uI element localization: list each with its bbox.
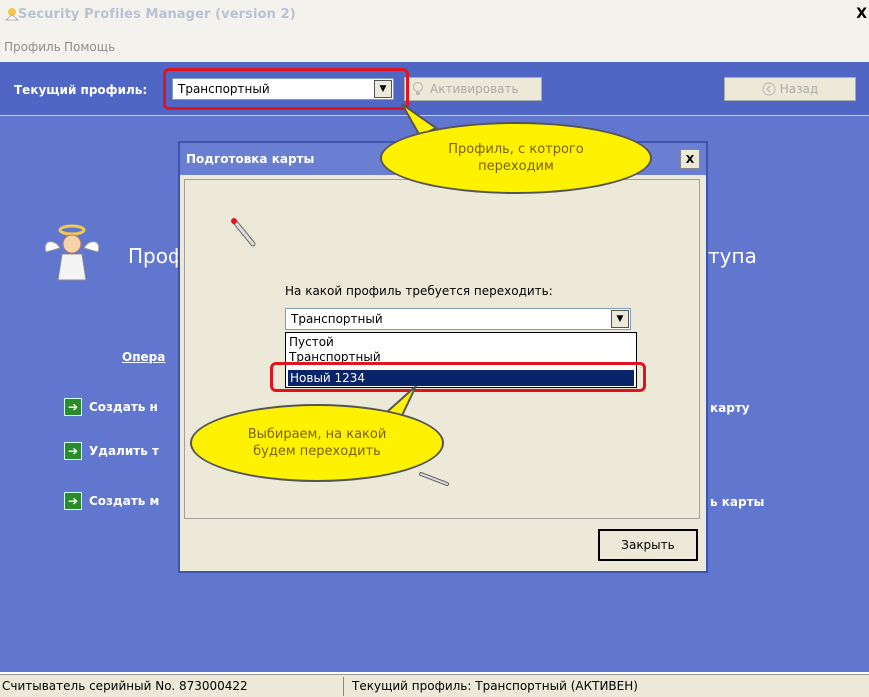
reader-status: Считыватель серийный No. 873000422 xyxy=(2,679,248,693)
callout-top-text: Профиль, с котрого переходим xyxy=(448,142,584,174)
status-bar: Считыватель серийный No. 873000422 Текущ… xyxy=(0,674,869,697)
callout-bottom-text: Выбираем, на какой будем переходить xyxy=(247,427,387,459)
callout-top: Профиль, с котрого переходим xyxy=(380,122,652,194)
status-divider xyxy=(343,677,344,696)
callout-bottom: Выбираем, на какой будем переходить xyxy=(190,404,444,482)
callout-tails xyxy=(375,103,438,426)
profile-status: Текущий профиль: Транспортный (АКТИВЕН) xyxy=(352,679,638,693)
